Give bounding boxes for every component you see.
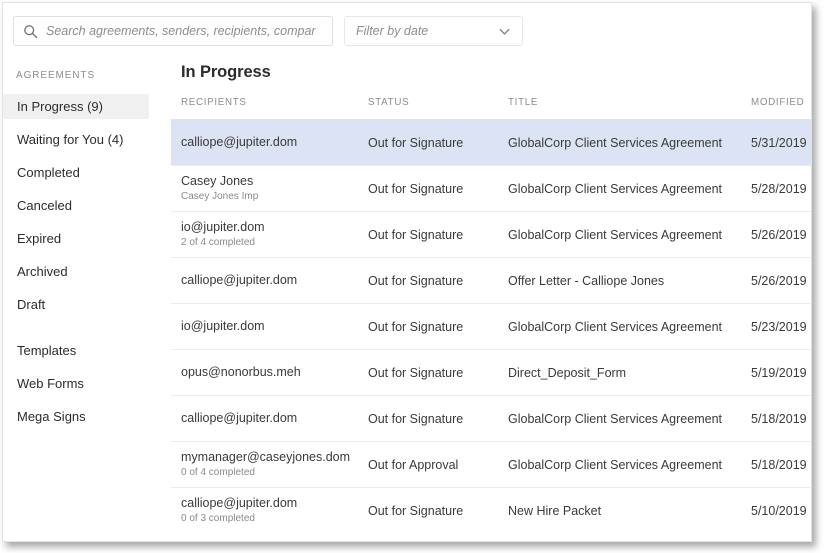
cell-status: Out for Signature	[368, 365, 464, 380]
filter-by-date-label: Filter by date	[356, 24, 429, 38]
recipient-subtext: 0 of 3 completed	[181, 513, 255, 525]
agreements-app: Filter by date AGREEMENTS In Progress (9…	[0, 0, 830, 553]
recipient-name: io@jupiter.dom	[181, 219, 265, 234]
cell-modified: 5/28/2019	[751, 181, 807, 196]
sidebar-item-completed[interactable]: Completed	[3, 160, 171, 185]
search-icon	[23, 24, 38, 39]
agreements-table: RECIPIENTS STATUS TITLE MODIFIED calliop…	[171, 97, 811, 533]
cell-recipients: io@jupiter.dom 2 of 4 completed	[181, 212, 371, 257]
table-row[interactable]: calliope@jupiter.dom Out for Signature O…	[171, 257, 811, 303]
column-header-modified[interactable]: MODIFIED	[751, 97, 804, 108]
table-header-row: RECIPIENTS STATUS TITLE MODIFIED	[171, 97, 811, 119]
sidebar-item-draft[interactable]: Draft	[3, 292, 171, 317]
table-row[interactable]: opus@nonorbus.meh Out for Signature Dire…	[171, 349, 811, 395]
recipient-name: io@jupiter.dom	[181, 318, 265, 333]
cell-recipients: calliope@jupiter.dom	[181, 396, 371, 441]
chevron-down-icon	[498, 25, 511, 38]
table-row[interactable]: io@jupiter.dom Out for Signature GlobalC…	[171, 303, 811, 349]
recipient-name: opus@nonorbus.meh	[181, 364, 301, 379]
sidebar-section-title: AGREEMENTS	[16, 70, 96, 81]
cell-modified: 5/10/2019	[751, 503, 807, 518]
cell-title: GlobalCorp Client Services Agreement	[508, 411, 722, 426]
cell-status: Out for Signature	[368, 411, 464, 426]
cell-status: Out for Signature	[368, 227, 464, 242]
recipient-subtext: Casey Jones Imp	[181, 191, 259, 203]
cell-status: Out for Signature	[368, 181, 464, 196]
cell-title: New Hire Packet	[508, 503, 602, 518]
recipient-name: mymanager@caseyjones.dom	[181, 449, 351, 464]
cell-status: Out for Signature	[368, 319, 464, 334]
main-content: In Progress RECIPIENTS STATUS TITLE MODI…	[171, 58, 811, 541]
cell-modified: 5/18/2019	[751, 457, 807, 472]
table-row[interactable]: calliope@jupiter.dom Out for Signature G…	[171, 395, 811, 441]
table-row[interactable]: mymanager@caseyjones.dom 0 of 4 complete…	[171, 441, 811, 487]
top-toolbar: Filter by date	[3, 3, 811, 58]
sidebar-item-expired[interactable]: Expired	[3, 226, 171, 251]
sidebar-item-label: Draft	[17, 297, 46, 312]
sidebar-item-label: Templates	[17, 343, 77, 358]
sidebar-item-label: Waiting for You (4)	[17, 132, 124, 147]
cell-recipients: mymanager@caseyjones.dom 0 of 4 complete…	[181, 442, 371, 487]
sidebar-item-templates[interactable]: Templates	[3, 338, 171, 363]
sidebar-item-label: In Progress (9)	[17, 99, 103, 114]
cell-modified: 5/23/2019	[751, 319, 807, 334]
cell-title: GlobalCorp Client Services Agreement	[508, 135, 722, 150]
table-row[interactable]: Casey Jones Casey Jones Imp Out for Sign…	[171, 165, 811, 211]
table-row[interactable]: io@jupiter.dom 2 of 4 completed Out for …	[171, 211, 811, 257]
column-header-recipients[interactable]: RECIPIENTS	[181, 97, 247, 108]
cell-modified: 5/18/2019	[751, 411, 807, 426]
column-header-title[interactable]: TITLE	[508, 97, 538, 108]
table-row[interactable]: calliope@jupiter.dom Out for Signature G…	[171, 119, 811, 165]
cell-recipients: calliope@jupiter.dom 0 of 3 completed	[181, 488, 371, 533]
sidebar-item-label: Archived	[17, 264, 68, 279]
cell-status: Out for Signature	[368, 273, 464, 288]
recipient-name: calliope@jupiter.dom	[181, 410, 298, 425]
recipient-name: calliope@jupiter.dom	[181, 134, 298, 149]
cell-recipients: opus@nonorbus.meh	[181, 350, 371, 395]
cell-modified: 5/26/2019	[751, 227, 807, 242]
cell-title: Offer Letter - Calliope Jones	[508, 273, 665, 288]
recipient-name: calliope@jupiter.dom	[181, 495, 298, 510]
cell-title: GlobalCorp Client Services Agreement	[508, 227, 722, 242]
sidebar-item-label: Mega Signs	[17, 409, 86, 424]
table-row[interactable]: calliope@jupiter.dom 0 of 3 completed Ou…	[171, 487, 811, 533]
cell-title: GlobalCorp Client Services Agreement	[508, 181, 722, 196]
cell-title: Direct_Deposit_Form	[508, 365, 627, 380]
search-input[interactable]	[46, 24, 316, 38]
sidebar: AGREEMENTS In Progress (9) Waiting for Y…	[3, 58, 171, 541]
cell-title: GlobalCorp Client Services Agreement	[508, 457, 722, 472]
filter-by-date-dropdown[interactable]: Filter by date	[344, 16, 523, 46]
recipient-subtext: 0 of 4 completed	[181, 467, 255, 479]
sidebar-item-mega-signs[interactable]: Mega Signs	[3, 404, 171, 429]
cell-recipients: Casey Jones Casey Jones Imp	[181, 166, 371, 211]
recipient-name: Casey Jones	[181, 173, 254, 188]
sidebar-item-label: Completed	[17, 165, 80, 180]
sidebar-divider-gap	[3, 325, 171, 338]
sidebar-item-archived[interactable]: Archived	[3, 259, 171, 284]
app-card: Filter by date AGREEMENTS In Progress (9…	[2, 2, 812, 542]
cell-recipients: calliope@jupiter.dom	[181, 258, 371, 303]
recipient-name: calliope@jupiter.dom	[181, 272, 298, 287]
page-title: In Progress	[181, 63, 271, 81]
column-header-status[interactable]: STATUS	[368, 97, 409, 108]
cell-status: Out for Signature	[368, 135, 464, 150]
cell-status: Out for Approval	[368, 457, 459, 472]
sidebar-item-web-forms[interactable]: Web Forms	[3, 371, 171, 396]
sidebar-item-label: Web Forms	[17, 376, 84, 391]
sidebar-item-label: Expired	[17, 231, 62, 246]
cell-modified: 5/31/2019	[751, 135, 807, 150]
cell-recipients: calliope@jupiter.dom	[181, 120, 371, 165]
sidebar-item-label: Canceled	[17, 198, 72, 213]
cell-modified: 5/26/2019	[751, 273, 807, 288]
sidebar-item-in-progress[interactable]: In Progress (9)	[3, 94, 149, 119]
sidebar-item-waiting-for-you[interactable]: Waiting for You (4)	[3, 127, 171, 152]
cell-title: GlobalCorp Client Services Agreement	[508, 319, 722, 334]
recipient-subtext: 2 of 4 completed	[181, 237, 255, 249]
cell-recipients: io@jupiter.dom	[181, 304, 371, 349]
sidebar-item-canceled[interactable]: Canceled	[3, 193, 171, 218]
search-box[interactable]	[13, 16, 333, 46]
cell-modified: 5/19/2019	[751, 365, 807, 380]
cell-status: Out for Signature	[368, 503, 464, 518]
sidebar-nav-list: In Progress (9) Waiting for You (4) Comp…	[3, 94, 171, 437]
